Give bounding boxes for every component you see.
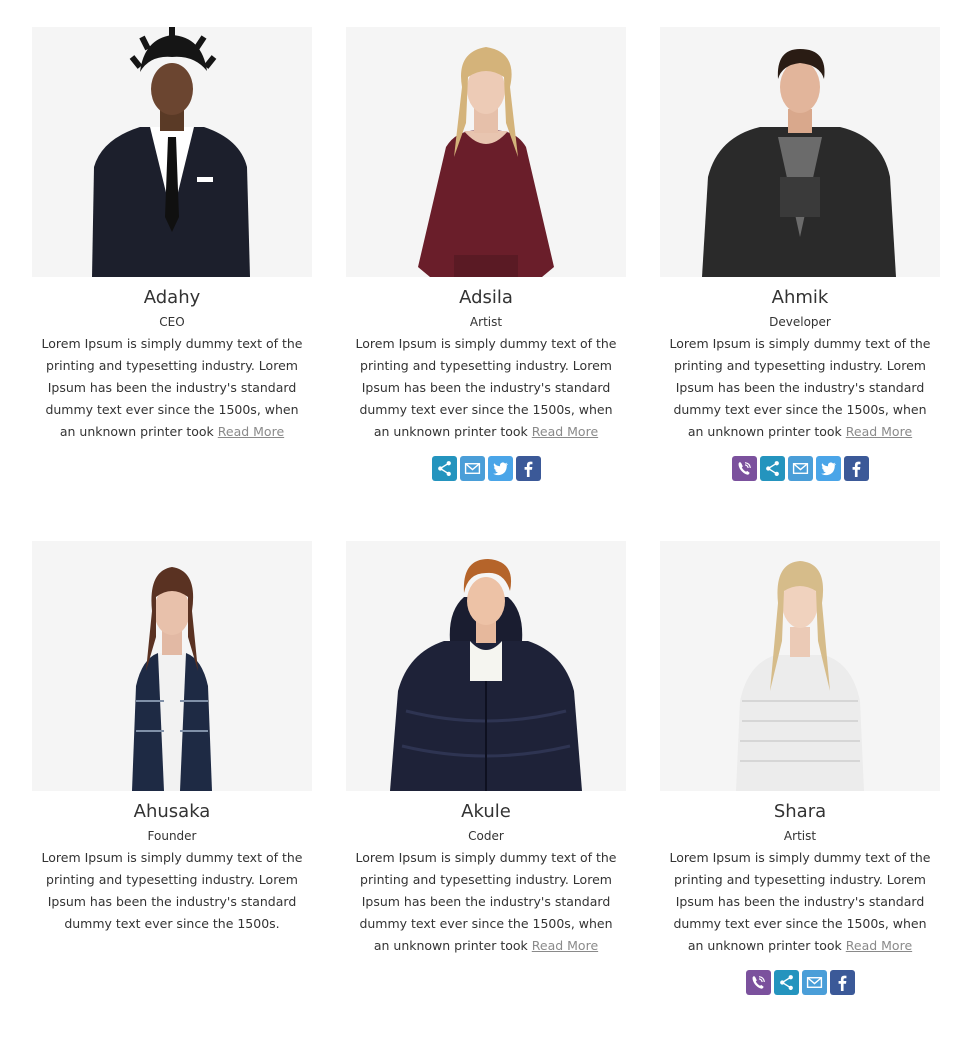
read-more-link[interactable]: Read More: [846, 424, 912, 439]
woman-in-white-sweater-image: [660, 541, 940, 791]
email-icon: [792, 463, 808, 474]
member-role: Founder: [147, 829, 197, 843]
read-more-link[interactable]: Read More: [532, 424, 598, 439]
team-card-adsila: Adsila Artist Lorem Ipsum is simply dumm…: [346, 27, 626, 481]
team-card-akule: Akule Coder Lorem Ipsum is simply dummy …: [346, 541, 626, 957]
email-icon: [806, 977, 822, 988]
facebook-button[interactable]: [515, 456, 541, 481]
facebook-icon: [524, 461, 532, 477]
share-button[interactable]: [431, 456, 457, 481]
member-photo: [346, 27, 626, 277]
viber-button[interactable]: [731, 456, 757, 481]
member-name: Akule: [461, 801, 511, 822]
team-card-shara: Shara Artist Lorem Ipsum is simply dummy…: [660, 541, 940, 995]
twitter-button[interactable]: [487, 456, 513, 481]
member-role: CEO: [159, 315, 185, 329]
viber-button[interactable]: [745, 970, 771, 995]
member-name: Adahy: [143, 287, 201, 308]
twitter-icon: [820, 462, 836, 476]
member-photo: [660, 27, 940, 277]
man-in-puffer-jacket-image: [346, 541, 626, 791]
share-icon: [437, 461, 451, 476]
member-bio-block: Lorem Ipsum is simply dummy text of the …: [660, 847, 940, 957]
facebook-button[interactable]: [843, 456, 869, 481]
twitter-icon: [492, 462, 508, 476]
member-role: Artist: [469, 315, 503, 329]
read-more-link[interactable]: Read More: [218, 424, 284, 439]
member-name: Shara: [773, 801, 827, 822]
member-bio-block: Lorem Ipsum is simply dummy text of the …: [660, 333, 940, 443]
social-links: [660, 456, 940, 481]
share-button[interactable]: [773, 970, 799, 995]
man-in-dark-coat-image: [660, 27, 940, 277]
member-name: Ahmik: [771, 287, 829, 308]
email-button[interactable]: [801, 970, 827, 995]
social-links: [660, 970, 940, 995]
woman-in-patterned-jacket-image: [32, 541, 312, 791]
member-bio-block: Lorem Ipsum is simply dummy text of the …: [32, 847, 312, 935]
facebook-icon: [838, 975, 846, 991]
facebook-icon: [852, 461, 860, 477]
member-name: Adsila: [459, 287, 513, 308]
member-role: Developer: [769, 315, 831, 329]
team-card-ahusaka: Ahusaka Founder Lorem Ipsum is simply du…: [32, 541, 312, 935]
read-more-link[interactable]: Read More: [532, 938, 598, 953]
team-card-ahmik: Ahmik Developer Lorem Ipsum is simply du…: [660, 27, 940, 481]
member-bio-block: Lorem Ipsum is simply dummy text of the …: [346, 333, 626, 443]
man-in-black-suit-image: [32, 27, 312, 277]
member-photo: [32, 541, 312, 791]
member-bio-block: Lorem Ipsum is simply dummy text of the …: [32, 333, 312, 443]
email-icon: [464, 463, 480, 474]
member-photo: [346, 541, 626, 791]
member-role: Artist: [783, 829, 817, 843]
member-bio-block: Lorem Ipsum is simply dummy text of the …: [346, 847, 626, 957]
member-photo: [660, 541, 940, 791]
viber-icon: [738, 462, 751, 475]
woman-in-burgundy-top-image: [346, 27, 626, 277]
social-links: [346, 456, 626, 481]
twitter-button[interactable]: [815, 456, 841, 481]
member-role: Coder: [468, 829, 504, 843]
viber-icon: [752, 976, 765, 989]
share-icon: [779, 975, 793, 990]
member-bio: Lorem Ipsum is simply dummy text of the …: [41, 850, 303, 931]
team-card-adahy: Adahy CEO Lorem Ipsum is simply dummy te…: [32, 27, 312, 443]
share-icon: [765, 461, 779, 476]
facebook-button[interactable]: [829, 970, 855, 995]
read-more-link[interactable]: Read More: [846, 938, 912, 953]
email-button[interactable]: [459, 456, 485, 481]
member-photo: [32, 27, 312, 277]
member-name: Ahusaka: [133, 801, 211, 822]
email-button[interactable]: [787, 456, 813, 481]
share-button[interactable]: [759, 456, 785, 481]
